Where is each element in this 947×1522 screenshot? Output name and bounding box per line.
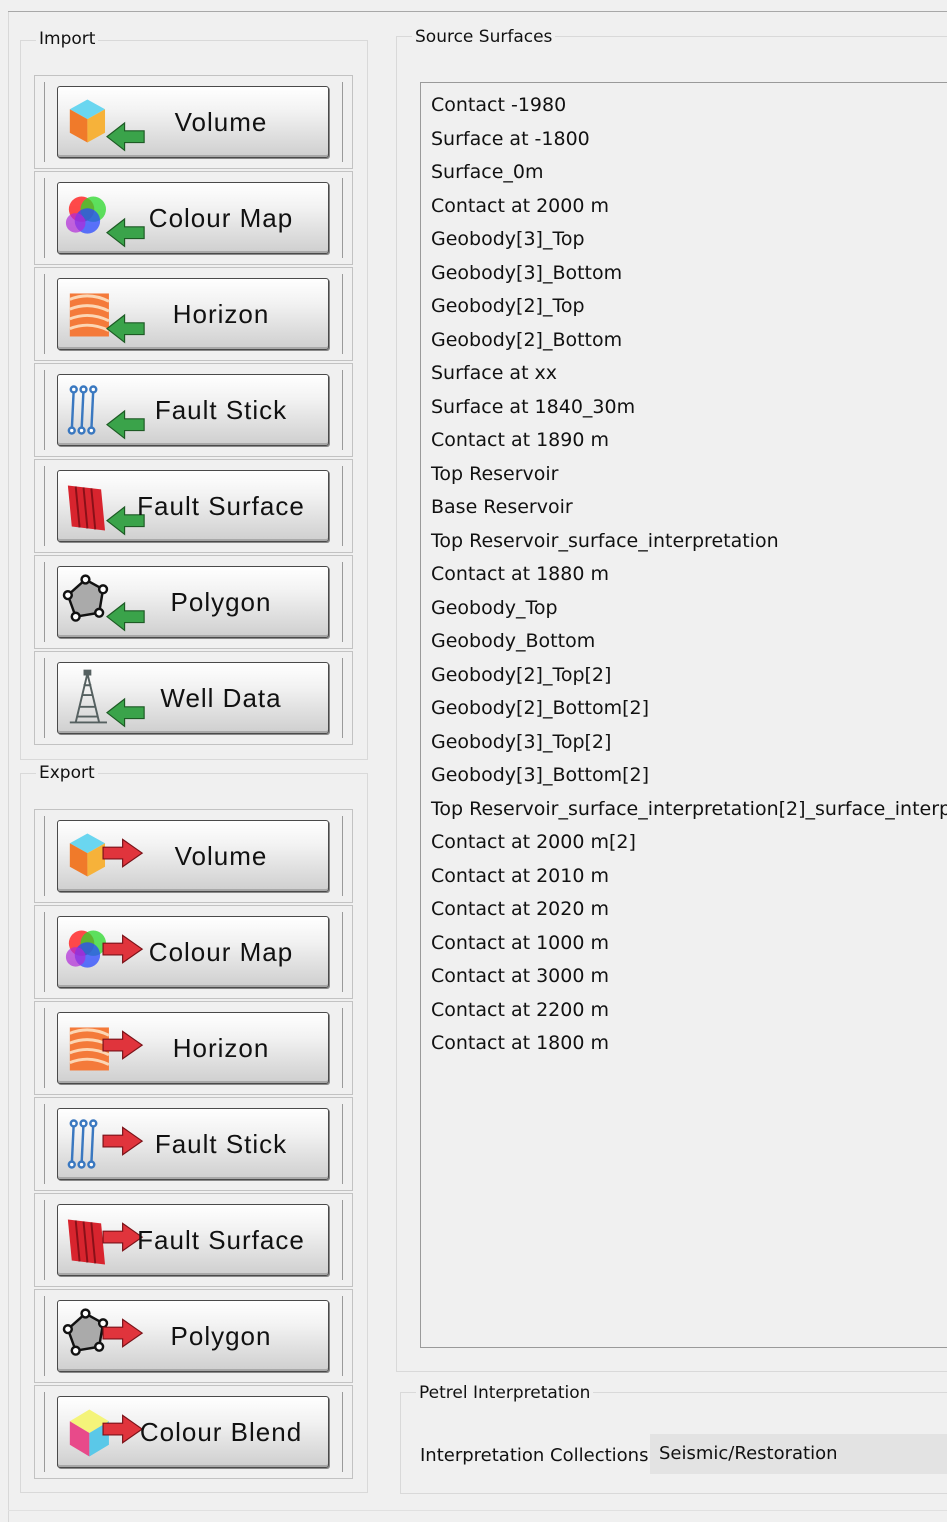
import-cell-well-data: Well Data xyxy=(34,651,353,745)
import-button-label: Volume xyxy=(174,106,268,137)
list-item[interactable]: Geobody[3]_Bottom xyxy=(431,261,622,285)
export-button-label: Colour Blend xyxy=(139,1416,303,1447)
export-group-title: Export xyxy=(36,762,98,784)
interpretation-collections-label: Interpretation Collections: xyxy=(420,1445,655,1466)
list-item[interactable]: Contact at 1000 m xyxy=(431,931,609,955)
export-horizon-button[interactable]: Horizon xyxy=(57,1012,329,1084)
list-item[interactable]: Geobody[3]_Top xyxy=(431,227,585,251)
export-cell-horizon: Horizon xyxy=(34,1001,353,1095)
list-item[interactable]: Base Reservoir xyxy=(431,495,573,519)
export-colour-map-button[interactable]: Colour Map xyxy=(57,916,329,988)
list-item[interactable]: Contact at 1880 m xyxy=(431,562,609,586)
source-surfaces-listbox[interactable]: Contact -1980 Surface at -1800 Surface_0m C… xyxy=(420,82,947,1348)
export-button-label: Horizon xyxy=(172,1032,270,1063)
import-well-data-button[interactable]: Well Data xyxy=(57,662,329,734)
list-item[interactable]: Contact at 1800 m xyxy=(431,1031,609,1055)
import-button-label: Well Data xyxy=(160,682,282,713)
interpretation-collections-value: Seismic/Restoration xyxy=(659,1443,838,1464)
export-cell-fault-stick: Fault Stick xyxy=(34,1097,353,1191)
export-polygon-button[interactable]: Polygon xyxy=(57,1300,329,1372)
export-button-label: Polygon xyxy=(170,1320,272,1351)
list-item[interactable]: Contact -1980 xyxy=(431,93,566,117)
list-item[interactable]: Geobody[3]_Bottom[2] xyxy=(431,763,649,787)
list-item[interactable]: Contact at 1890 m xyxy=(431,428,609,452)
list-item[interactable]: Geobody[3]_Top[2] xyxy=(431,730,611,754)
import-fault-stick-button[interactable]: Fault Stick xyxy=(57,374,329,446)
list-item[interactable]: Top Reservoir_surface_interpretation xyxy=(431,529,779,553)
source-surfaces-title: Source Surfaces xyxy=(412,26,556,48)
import-cell-polygon: Polygon xyxy=(34,555,353,649)
list-item[interactable]: Contact at 2010 m xyxy=(431,864,609,888)
list-item[interactable]: Contact at 2020 m xyxy=(431,897,609,921)
import-cell-fault-stick: Fault Stick xyxy=(34,363,353,457)
export-button-label: Fault Surface xyxy=(137,1224,305,1255)
interpretation-collections-field[interactable]: Seismic/Restoration xyxy=(650,1434,947,1474)
import-button-label: Fault Surface xyxy=(137,490,305,521)
import-cell-fault-surface: Fault Surface xyxy=(34,459,353,553)
export-colour-blend-button[interactable]: Colour Blend xyxy=(57,1396,329,1468)
list-item[interactable]: Contact at 2000 m[2] xyxy=(431,830,636,854)
export-button-label: Volume xyxy=(174,840,268,871)
export-cell-colour-blend: Colour Blend xyxy=(34,1385,353,1479)
list-item[interactable]: Contact at 2200 m xyxy=(431,998,609,1022)
import-group-title: Import xyxy=(36,28,99,50)
top-border xyxy=(8,11,947,12)
export-cell-volume: Volume xyxy=(34,809,353,903)
import-button-label: Fault Stick xyxy=(154,394,288,425)
list-item[interactable]: Surface at 1840_30m xyxy=(431,395,635,419)
export-cell-fault-surface: Fault Surface xyxy=(34,1193,353,1287)
list-item[interactable]: Geobody[2]_Bottom[2] xyxy=(431,696,649,720)
import-fault-surface-button[interactable]: Fault Surface xyxy=(57,470,329,542)
export-volume-button[interactable]: Volume xyxy=(57,820,329,892)
list-item[interactable]: Surface_0m xyxy=(431,160,543,184)
list-item[interactable]: Contact at 3000 m xyxy=(431,964,609,988)
import-button-label: Horizon xyxy=(172,298,270,329)
import-cell-horizon: Horizon xyxy=(34,267,353,361)
left-border xyxy=(8,12,9,1522)
import-colour-map-button[interactable]: Colour Map xyxy=(57,182,329,254)
export-button-label: Colour Map xyxy=(148,936,294,967)
import-horizon-button[interactable]: Horizon xyxy=(57,278,329,350)
import-volume-button[interactable]: Volume xyxy=(57,86,329,158)
list-item[interactable]: Surface at -1800 xyxy=(431,127,590,151)
import-button-label: Polygon xyxy=(170,586,272,617)
list-item[interactable]: Geobody[2]_Top xyxy=(431,294,585,318)
petrel-interpretation-title: Petrel Interpretation xyxy=(416,1382,594,1404)
import-polygon-button[interactable]: Polygon xyxy=(57,566,329,638)
export-cell-colour-map: Colour Map xyxy=(34,905,353,999)
export-cell-polygon: Polygon xyxy=(34,1289,353,1383)
list-item[interactable]: Geobody[2]_Bottom xyxy=(431,328,622,352)
export-fault-surface-button[interactable]: Fault Surface xyxy=(57,1204,329,1276)
export-fault-stick-button[interactable]: Fault Stick xyxy=(57,1108,329,1180)
import-button-label: Colour Map xyxy=(148,202,294,233)
export-button-label: Fault Stick xyxy=(154,1128,288,1159)
list-item[interactable]: Geobody[2]_Top[2] xyxy=(431,663,611,687)
list-item[interactable]: Top Reservoir xyxy=(431,462,559,486)
list-item[interactable]: Top Reservoir_surface_interpretation[2]_… xyxy=(431,797,947,821)
list-item[interactable]: Surface at xx xyxy=(431,361,557,385)
list-item[interactable]: Contact at 2000 m xyxy=(431,194,609,218)
bottom-border xyxy=(8,1510,947,1511)
list-item[interactable]: Geobody_Bottom xyxy=(431,629,595,653)
import-cell-volume: Volume xyxy=(34,75,353,169)
import-cell-colour-map: Colour Map xyxy=(34,171,353,265)
list-item[interactable]: Geobody_Top xyxy=(431,596,558,620)
